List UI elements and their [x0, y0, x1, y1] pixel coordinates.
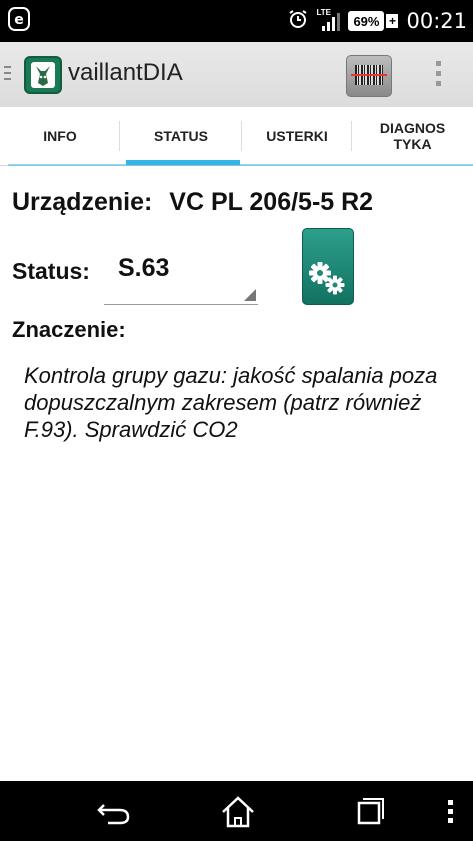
action-bar: vaillantDIA [0, 42, 473, 108]
tab-label: STATUS [154, 128, 208, 144]
device-label: Urządzenie: [12, 188, 153, 216]
dropdown-arrow-icon [244, 289, 256, 301]
settings-gear-button[interactable] [302, 228, 354, 305]
tab-diagnostyka[interactable]: DIAGNOS TYKA [352, 107, 473, 165]
svg-text:e: e [14, 12, 24, 28]
status-label: Status: [12, 258, 90, 284]
tab-underline [8, 164, 473, 166]
app-title: vaillantDIA [68, 59, 183, 86]
barcode-scan-button[interactable] [346, 55, 392, 97]
device-row: Urządzenie: VC PL 206/5-5 R2 [12, 188, 373, 217]
tab-bar: INFO STATUS USTERKI DIAGNOS TYKA [0, 107, 473, 166]
alarm-icon [288, 9, 308, 34]
navigation-bar [0, 781, 473, 841]
status-spinner[interactable]: S.63 [104, 248, 258, 305]
meaning-text: Kontrola grupy gazu: jakość spalania poz… [24, 363, 438, 442]
overflow-menu-icon[interactable] [436, 61, 441, 91]
tab-status[interactable]: STATUS [120, 107, 242, 165]
menu-icon[interactable] [446, 799, 456, 830]
device-value: VC PL 206/5-5 R2 [169, 188, 374, 216]
home-icon[interactable] [220, 795, 256, 834]
tab-label: USTERKI [266, 128, 328, 144]
battery-indicator: 69% + [348, 10, 399, 32]
tab-usterki[interactable]: USTERKI [242, 107, 352, 165]
app-logo-icon[interactable] [24, 56, 62, 94]
signal-icon: LTE [316, 8, 341, 33]
gears-icon [303, 262, 353, 308]
status-value: S.63 [118, 254, 170, 282]
back-icon[interactable] [96, 795, 132, 832]
charging-icon: + [386, 14, 399, 28]
drawer-icon[interactable] [4, 66, 11, 84]
tab-label: INFO [43, 128, 77, 144]
clock: 00:21 [406, 9, 467, 33]
recents-icon[interactable] [350, 795, 386, 832]
tab-info[interactable]: INFO [0, 107, 120, 165]
meaning-label: Znaczenie: [12, 317, 126, 342]
status-bar: e LTE 69% + 00:21 [0, 0, 473, 42]
tab-label: DIAGNOS TYKA [379, 120, 446, 152]
battery-level: 69% [353, 13, 380, 29]
notification-icon: e [8, 7, 30, 36]
